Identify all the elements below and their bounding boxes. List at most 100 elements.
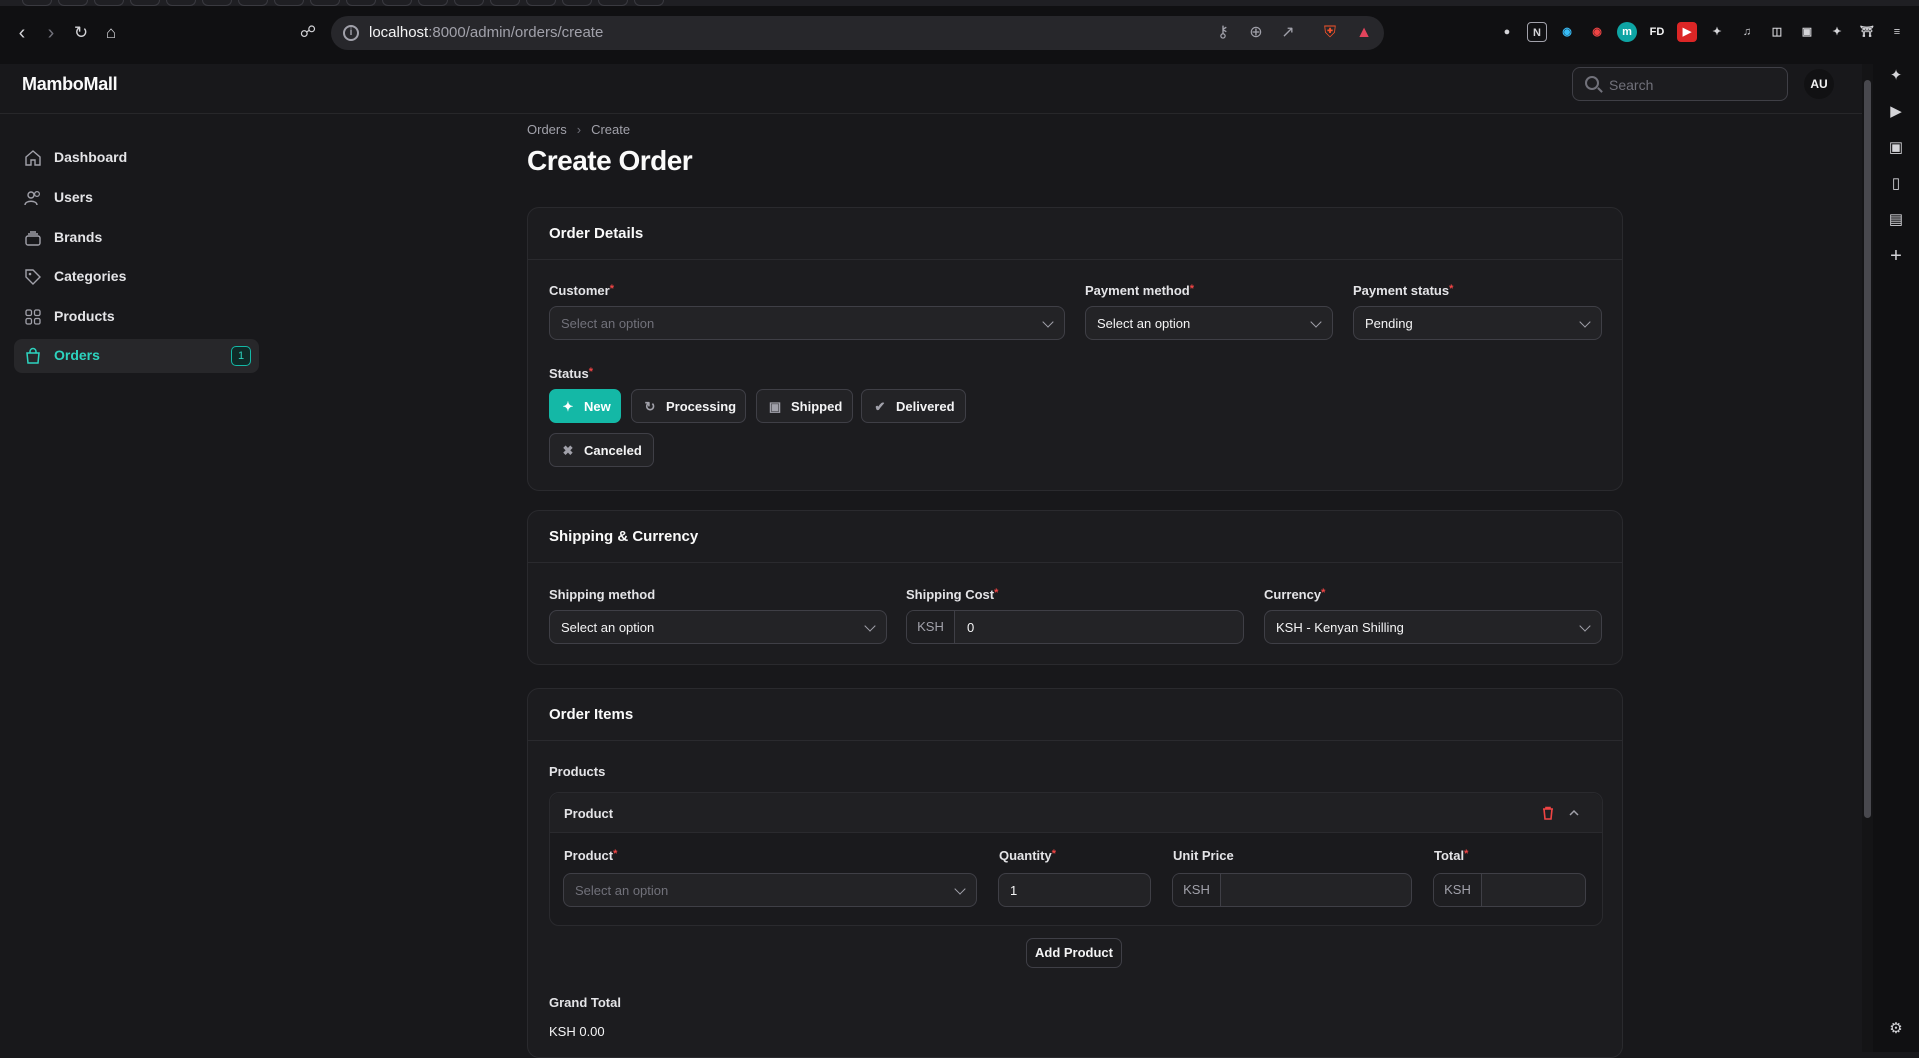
customer-label: Customer*: [549, 283, 614, 298]
stack-icon: [25, 231, 41, 246]
currency-prefix: KSH: [907, 611, 955, 643]
home-icon[interactable]: ⌂: [98, 20, 124, 46]
bookmarks-icon[interactable]: ▯: [1886, 174, 1906, 194]
home-icon: [25, 150, 41, 166]
payment-method-select[interactable]: Select an option: [1085, 306, 1333, 340]
add-icon[interactable]: +: [1886, 246, 1906, 266]
brand-logo[interactable]: MamboMall: [22, 74, 118, 95]
status-option-processing[interactable]: ↻ Processing: [631, 389, 746, 423]
sidebar-item-products[interactable]: Products: [14, 300, 259, 334]
wallet-icon[interactable]: ▣: [1797, 22, 1817, 42]
url-text[interactable]: localhost:8000/admin/orders/create: [369, 24, 603, 41]
sidebar-item-orders[interactable]: Orders 1: [14, 339, 259, 373]
shipping-cost-value: 0: [967, 620, 975, 635]
status-option-label: New: [584, 399, 611, 414]
quantity-input[interactable]: 1: [998, 873, 1151, 907]
unit-price-input[interactable]: KSH: [1172, 873, 1412, 907]
brave-rewards-icon[interactable]: ▲: [1354, 23, 1374, 43]
address-bar[interactable]: i localhost:8000/admin/orders/create ⚷ ⊕…: [331, 16, 1384, 50]
forward-icon[interactable]: ›: [38, 20, 64, 46]
section-title: Shipping & Currency: [549, 528, 699, 545]
shipping-cost-input[interactable]: KSH 0: [906, 610, 1244, 644]
extension-fd-icon[interactable]: FD: [1647, 22, 1667, 42]
vpn-shield-icon[interactable]: ⛩: [1857, 22, 1877, 42]
product-select[interactable]: Select an option: [563, 873, 977, 907]
back-icon[interactable]: ‹: [9, 20, 35, 46]
app-topbar: MamboMall Search AU: [0, 64, 1862, 114]
page-title: Create Order: [527, 145, 693, 176]
video-icon[interactable]: ▶: [1886, 102, 1906, 122]
notion-icon[interactable]: N: [1527, 22, 1547, 42]
order-items-section: Order Items Products Product Product* Se…: [527, 688, 1623, 1058]
payment-status-select[interactable]: Pending: [1353, 306, 1602, 340]
currency-select[interactable]: KSH - Kenyan Shilling: [1264, 610, 1602, 644]
bookmark-icon[interactable]: ☍: [295, 20, 321, 46]
chevron-up-icon[interactable]: [1567, 806, 1581, 820]
shipping-method-value: Select an option: [561, 620, 655, 635]
leo-ai-icon[interactable]: ✦: [1886, 66, 1906, 86]
menu-icon[interactable]: ≡: [1887, 22, 1907, 42]
section-title: Order Details: [549, 225, 644, 242]
sidebar-item-categories[interactable]: Categories: [14, 260, 259, 294]
breadcrumb: Orders › Create: [527, 122, 630, 137]
gear-icon[interactable]: ⚙: [1886, 1019, 1906, 1039]
sidebar-item-dashboard[interactable]: Dashboard: [14, 141, 259, 175]
extension-m-icon[interactable]: m: [1617, 22, 1637, 42]
section-title: Order Items: [549, 706, 634, 723]
breadcrumb-orders-link[interactable]: Orders: [527, 122, 567, 137]
status-option-label: Canceled: [584, 443, 642, 458]
share-icon[interactable]: ↗: [1278, 23, 1298, 43]
status-option-delivered[interactable]: ✔ Delivered: [861, 389, 966, 423]
customer-select[interactable]: Select an option: [549, 306, 1065, 340]
currency-prefix: KSH: [1173, 874, 1221, 906]
product-label: Product*: [564, 848, 618, 863]
add-product-button[interactable]: Add Product: [1026, 938, 1122, 968]
payment-status-value: Pending: [1365, 316, 1413, 331]
zoom-icon[interactable]: ⊕: [1246, 23, 1266, 43]
record-icon[interactable]: ◉: [1587, 22, 1607, 42]
page-scrollbar[interactable]: [1862, 64, 1873, 1052]
sidebar-item-brands[interactable]: Brands: [14, 221, 259, 255]
extensions-puzzle-icon[interactable]: ✦: [1707, 22, 1727, 42]
sidebar-item-label: Dashboard: [54, 149, 128, 165]
app-page: MamboMall Search AU Dashboard Users Bran…: [0, 64, 1862, 1058]
reload-icon[interactable]: ↻: [68, 20, 94, 46]
product-repeater-item: Product Product* Select an option Quanti…: [549, 792, 1603, 926]
brave-shield-icon[interactable]: ⛨: [1320, 23, 1340, 43]
extension-red-icon[interactable]: ▶: [1677, 22, 1697, 42]
payment-method-value: Select an option: [1097, 316, 1191, 331]
status-option-shipped[interactable]: ▣ Shipped: [756, 389, 853, 423]
section-header: Order Details: [528, 208, 1622, 260]
users-icon: [24, 190, 41, 206]
shipping-method-select[interactable]: Select an option: [549, 610, 887, 644]
grand-total-label: Grand Total: [549, 995, 621, 1010]
item-total-input[interactable]: KSH: [1433, 873, 1586, 907]
trash-icon[interactable]: [1540, 805, 1556, 821]
site-info-icon[interactable]: i: [343, 25, 359, 41]
leo-ai-icon[interactable]: ✦: [1827, 22, 1847, 42]
key-icon[interactable]: ⚷: [1213, 23, 1233, 43]
user-avatar[interactable]: AU: [1804, 69, 1834, 99]
sidebar-toggle-icon[interactable]: ◫: [1767, 22, 1787, 42]
scrollbar-thumb[interactable]: [1864, 80, 1871, 818]
shipping-currency-section: Shipping & Currency Shipping method Sele…: [527, 510, 1623, 665]
shopping-bag-icon: [26, 347, 40, 364]
reading-list-icon[interactable]: ▤: [1886, 210, 1906, 230]
truck-icon: ▣: [768, 399, 782, 414]
status-option-new[interactable]: ✦ New: [549, 389, 621, 423]
extension-globe-icon[interactable]: ◉: [1557, 22, 1577, 42]
chevron-down-icon: [1042, 316, 1054, 328]
orders-count-badge: 1: [231, 346, 251, 366]
status-option-canceled[interactable]: ✖ Canceled: [549, 433, 654, 467]
media-icon[interactable]: ♫: [1737, 22, 1757, 42]
extension-icon[interactable]: ●: [1497, 22, 1517, 42]
global-search-input[interactable]: Search: [1572, 67, 1788, 101]
section-header: Order Items: [528, 689, 1622, 741]
wallet-icon[interactable]: ▣: [1886, 138, 1906, 158]
sidebar-item-label: Categories: [54, 268, 127, 284]
sidebar-item-users[interactable]: Users: [14, 181, 259, 215]
currency-prefix: KSH: [1434, 874, 1482, 906]
tab-strip[interactable]: [0, 0, 1919, 6]
sidebar: Dashboard Users Brands Categories Produc…: [0, 114, 270, 1052]
sidebar-item-label: Products: [54, 308, 115, 324]
